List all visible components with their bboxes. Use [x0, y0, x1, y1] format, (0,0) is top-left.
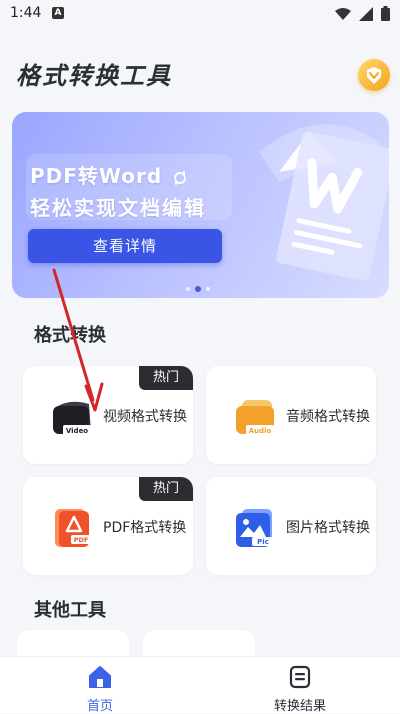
- convert-arrows-icon: [174, 170, 187, 185]
- wifi-icon: [335, 7, 351, 20]
- svg-text:Audio: Audio: [249, 427, 272, 435]
- card-label: PDF格式转换: [103, 520, 187, 536]
- card-video-convert[interactable]: 热门 Video 视频格式转换: [23, 366, 193, 464]
- card-label: 视频格式转换: [103, 409, 187, 425]
- nav-results-label: 转换结果: [273, 699, 326, 714]
- svg-text:Pic: Pic: [257, 538, 269, 546]
- nav-home[interactable]: 首页: [40, 665, 160, 714]
- hot-badge: 热门: [139, 477, 193, 501]
- promo-banner[interactable]: PDF转Word 轻松实现文档编辑 查看详情: [12, 112, 389, 298]
- status-bar: 1:44 A: [0, 0, 400, 28]
- video-icon: Video: [53, 401, 91, 435]
- section-title-other: 其他工具: [34, 600, 106, 621]
- card-label: 图片格式转换: [286, 520, 370, 536]
- picture-icon: Pic: [236, 509, 274, 547]
- pagination-dot[interactable]: [206, 287, 210, 291]
- card-pdf-convert[interactable]: 热门 PDF PDF格式转换: [23, 477, 193, 575]
- bottom-navigation: 首页 转换结果: [0, 656, 400, 714]
- results-icon: [289, 665, 311, 689]
- vip-crown-icon: [367, 67, 381, 84]
- banner-pagination: [186, 286, 210, 292]
- nav-results[interactable]: 转换结果: [240, 665, 360, 714]
- section-title-format: 格式转换: [34, 325, 106, 346]
- pdf-icon: PDF: [55, 509, 91, 547]
- pagination-dot-active[interactable]: [195, 286, 201, 292]
- status-icons: [335, 6, 390, 21]
- svg-text:PDF: PDF: [74, 536, 89, 544]
- banner-headline: PDF转Word: [30, 160, 188, 189]
- status-time: 1:44: [10, 5, 42, 21]
- page-title: 格式转换工具: [16, 62, 172, 90]
- audio-icon: Audio: [236, 400, 274, 435]
- card-picture-convert[interactable]: Pic 图片格式转换: [206, 477, 376, 575]
- hot-badge: 热门: [139, 366, 193, 390]
- signal-icon: [359, 6, 373, 21]
- notification-icon: A: [52, 7, 64, 19]
- card-audio-convert[interactable]: Audio 音频格式转换: [206, 366, 376, 464]
- home-icon: [89, 666, 111, 688]
- svg-text:Video: Video: [66, 427, 88, 435]
- banner-subheadline: 轻松实现文档编辑: [30, 196, 206, 220]
- card-label: 音频格式转换: [286, 409, 370, 425]
- nav-home-label: 首页: [86, 699, 113, 714]
- pagination-dot[interactable]: [186, 287, 190, 291]
- view-details-button[interactable]: 查看详情: [28, 229, 222, 263]
- battery-icon: [381, 6, 390, 21]
- vip-button[interactable]: [358, 59, 390, 91]
